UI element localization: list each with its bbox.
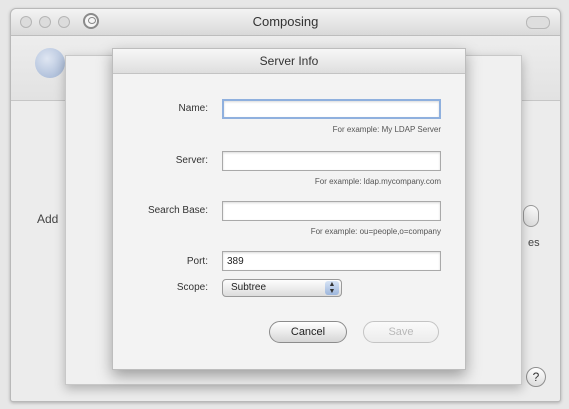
background-label-es: es xyxy=(528,237,540,249)
scope-popup[interactable]: Subtree ▲ ▼ xyxy=(222,279,342,297)
name-hint: For example: My LDAP Server xyxy=(332,125,441,134)
background-button-top[interactable] xyxy=(523,205,539,227)
port-label: Port: xyxy=(186,256,208,267)
search-base-label: Search Base: xyxy=(147,205,208,216)
preferences-icon[interactable] xyxy=(35,48,65,78)
title-bar: Composing xyxy=(11,9,560,36)
server-field[interactable] xyxy=(222,151,441,171)
toolbar-toggle-button[interactable] xyxy=(526,16,550,29)
popup-arrows-icon: ▲ ▼ xyxy=(325,281,339,295)
server-hint: For example: ldap.mycompany.com xyxy=(314,177,441,186)
name-label: Name: xyxy=(178,103,208,114)
server-info-sheet: Server Info Name: For example: My LDAP S… xyxy=(112,48,466,370)
scope-value: Subtree xyxy=(231,282,267,293)
port-field[interactable] xyxy=(222,251,441,271)
sheet-title: Server Info xyxy=(113,49,465,74)
scope-label: Scope: xyxy=(176,282,208,293)
help-icon[interactable]: ? xyxy=(526,367,546,387)
name-field[interactable] xyxy=(222,99,441,119)
search-base-hint: For example: ou=people,o=company xyxy=(310,227,441,236)
cancel-button[interactable]: Cancel xyxy=(269,321,347,343)
search-base-field[interactable] xyxy=(222,201,441,221)
save-button[interactable]: Save xyxy=(363,321,439,343)
background-label-add: Add xyxy=(37,212,59,226)
server-label: Server: xyxy=(175,155,208,166)
window-title: Composing xyxy=(252,14,319,29)
